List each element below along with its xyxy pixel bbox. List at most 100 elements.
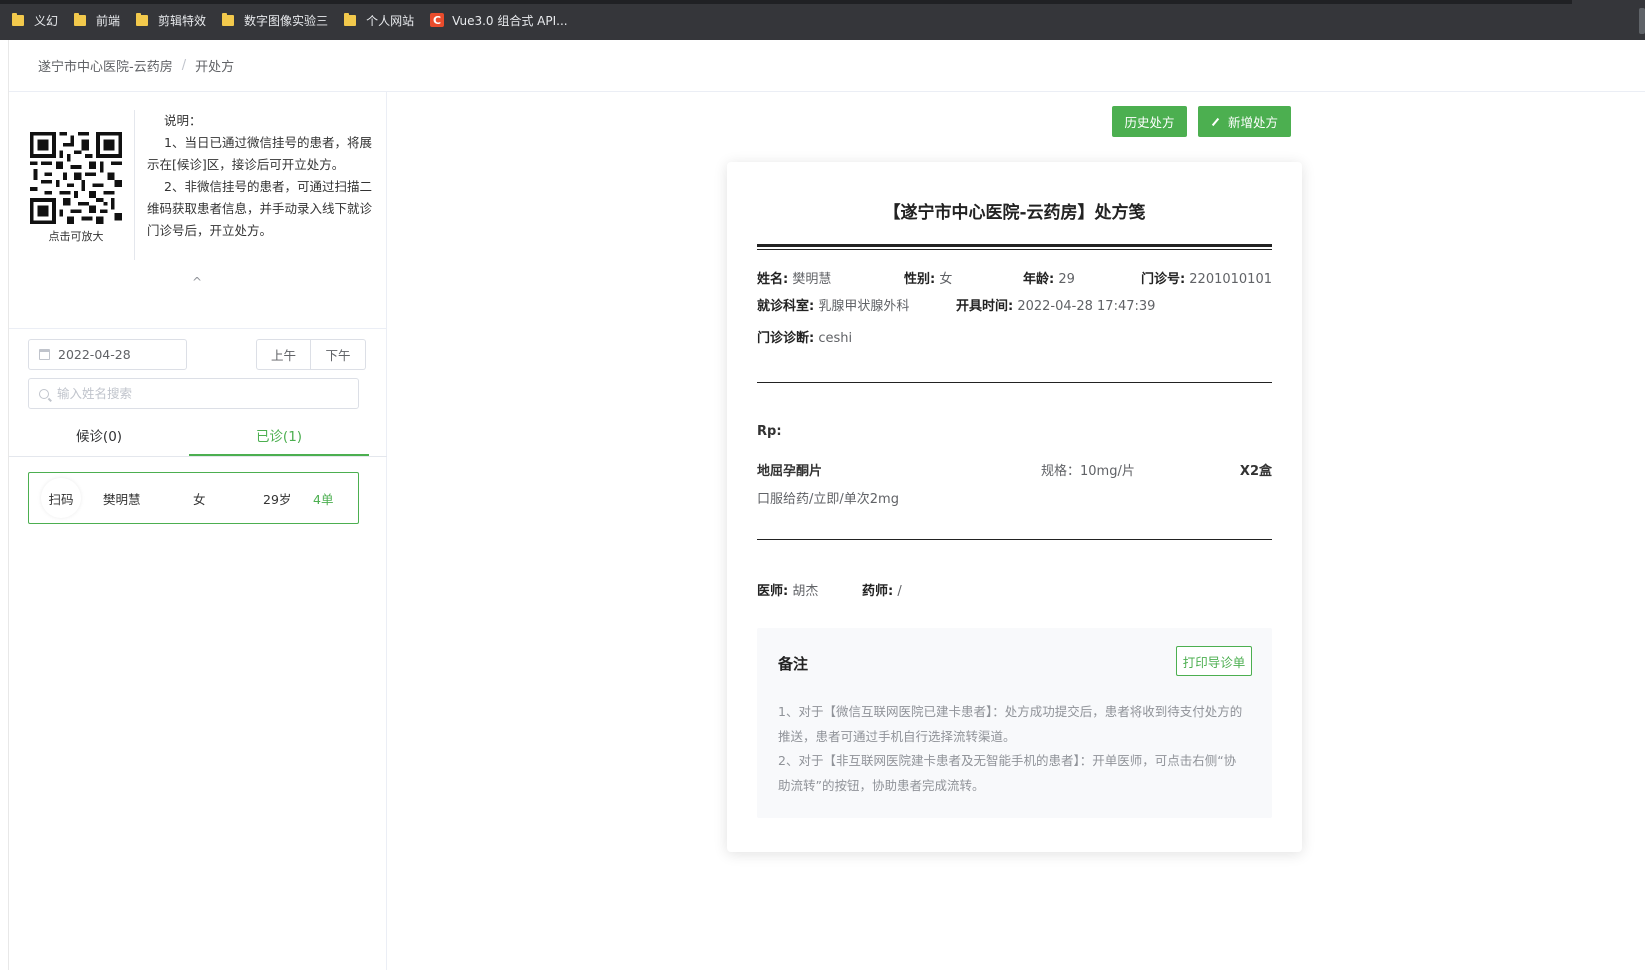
search-input[interactable] (57, 386, 337, 401)
breadcrumb-current: 开处方 (195, 60, 235, 75)
folder-icon (12, 12, 24, 26)
field-age: 年龄: 29 (1023, 268, 1075, 287)
dept-value: 乳腺甲状腺外科 (818, 299, 910, 314)
tab-waiting[interactable]: 候诊(0) (9, 419, 189, 456)
bookmark-label: 前端 (96, 13, 121, 28)
drug-usage: 口服给药/立即/单次2mg (757, 492, 899, 507)
new-prescription-label: 新增处方 (1227, 115, 1278, 130)
print-guide-button[interactable]: 打印导诊单 (1176, 646, 1252, 676)
breadcrumb: 遂宁市中心医院-云药房 / 开处方 (9, 40, 1645, 92)
field-pharmacist: 药师: / (862, 580, 902, 599)
main-content: 历史处方 新增处方 【遂宁市中心医院-云药房】处方笺 姓名: 樊明慧 性别: 女… (387, 92, 1645, 970)
field-time: 开具时间: 2022-04-28 17:47:39 (956, 295, 1155, 314)
instructions-item-2: 2、非微信挂号的患者，可通过扫描二维码获取患者信息，并手动录入线下就诊门诊号后，… (147, 179, 373, 238)
bookmark-yihuan[interactable]: 义幻 (10, 6, 66, 34)
folder-icon (344, 12, 357, 26)
patient-age: 29岁 (263, 491, 292, 507)
bookmark-image-lab[interactable]: 数字图像实验三 (220, 6, 336, 34)
bookmark-label: Vue3.0 组合式 API... (452, 13, 568, 28)
divider (757, 539, 1272, 540)
doctor-value: 胡杰 (792, 584, 819, 599)
field-diagnosis: 门诊诊断: ceshi (757, 327, 852, 346)
scan-badge: 扫码 (41, 478, 81, 518)
bookmark-editing-effects[interactable]: 剪辑特效 (134, 6, 214, 34)
drug-spec: 规格：10mg/片 (1041, 464, 1135, 479)
remark-line-1: 1、对于【微信互联网医院已建卡患者】：处方成功提交后，患者将收到待支付处方的推送… (778, 704, 1243, 744)
bookmark-label: 义幻 (34, 13, 59, 28)
time-label: 开具时间: (956, 299, 1014, 314)
tab-done[interactable]: 已诊(1) (189, 419, 369, 456)
history-button-label: 历史处方 (1124, 115, 1175, 130)
drug-name: 地屈孕酮片 (757, 464, 823, 479)
field-dept: 就诊科室: 乳腺甲状腺外科 (757, 295, 909, 314)
age-label: 年龄: (1023, 272, 1055, 287)
pharmacist-value: / (897, 584, 902, 599)
bookmark-vue3[interactable]: C Vue3.0 组合式 API... (428, 6, 576, 34)
bookmark-personal-site[interactable]: 个人网站 (342, 6, 422, 34)
doctor-label: 医师: (757, 584, 789, 599)
bookmark-label: 剪辑特效 (158, 13, 207, 28)
csdn-icon: C (430, 13, 445, 27)
field-name: 姓名: 樊明慧 (757, 268, 831, 287)
search-box (28, 378, 359, 409)
window-edge-handle (1639, 8, 1645, 34)
instructions-item-1: 1、当日已通过微信挂号的患者，将展示在[候诊]区，接诊后可开立处方。 (147, 135, 372, 172)
sex-label: 性别: (904, 272, 936, 287)
breadcrumb-separator: / (181, 58, 187, 73)
bookmarks-bar: 义幻 前端 剪辑特效 数字图像实验三 个人网站 C Vue3.0 组合式 API… (0, 0, 1645, 40)
remark-line-2: 2、对于【非互联网医院建卡患者及无智能手机的患者】：开单医师，可点击右侧“协助流… (778, 753, 1237, 793)
field-outpatient-no: 门诊号: 2201010101 (1141, 268, 1272, 287)
divider (134, 110, 135, 260)
date-value: 2022-04-28 (58, 347, 131, 362)
patient-tabs: 候诊(0) 已诊(1) (9, 419, 387, 457)
pharmacist-label: 药师: (862, 584, 894, 599)
instructions-title: 说明： (164, 113, 202, 128)
diagnosis-value: ceshi (818, 331, 853, 346)
qr-code-button[interactable]: 点击可放大 (21, 132, 131, 244)
time-value: 2022-04-28 17:47:39 (1017, 299, 1156, 314)
edit-icon (1211, 117, 1220, 126)
field-sex: 性别: 女 (904, 268, 952, 287)
patient-sex: 女 (193, 491, 206, 507)
name-label: 姓名: (757, 272, 789, 287)
instructions: 说明： 1、当日已通过微信挂号的患者，将展示在[候诊]区，接诊后可开立处方。 2… (147, 110, 379, 242)
date-picker[interactable]: 2022-04-28 (28, 339, 187, 370)
bookmark-label: 数字图像实验三 (244, 13, 329, 28)
collapse-icon[interactable]: ^ (192, 275, 202, 289)
info-panel: 点击可放大 说明： 1、当日已通过微信挂号的患者，将展示在[候诊]区，接诊后可开… (9, 92, 387, 329)
prescription-title: 【遂宁市中心医院-云药房】处方笺 (883, 203, 1146, 223)
diagnosis-label: 门诊诊断: (757, 331, 815, 346)
folder-icon (74, 12, 87, 26)
calendar-icon (39, 349, 50, 360)
am-button[interactable]: 上午 (256, 339, 311, 370)
folder-icon (136, 12, 149, 26)
bookmark-frontend[interactable]: 前端 (72, 6, 128, 34)
history-button[interactable]: 历史处方 (1112, 106, 1187, 137)
drug-quantity: X2盒 (1239, 464, 1272, 479)
rp-label: Rp: (757, 424, 782, 439)
breadcrumb-root[interactable]: 遂宁市中心医院-云药房 (38, 56, 173, 75)
dept-label: 就诊科室: (757, 299, 815, 314)
new-prescription-button[interactable]: 新增处方 (1198, 106, 1291, 137)
outpatient-no-value: 2201010101 (1189, 272, 1272, 287)
field-doctor: 医师: 胡杰 (757, 580, 818, 599)
patient-name: 樊明慧 (103, 491, 141, 507)
bookmark-label: 个人网站 (366, 13, 415, 28)
qr-code-icon (30, 132, 122, 224)
app-root: 遂宁市中心医院-云药房 / 开处方 点击可放大 说明： 1、当日已通过微信挂号的… (8, 40, 1645, 970)
remark-panel: 备注 打印导诊单 1、对于【微信互联网医院已建卡患者】：处方成功提交后，患者将收… (757, 628, 1272, 818)
sidebar: 点击可放大 说明： 1、当日已通过微信挂号的患者，将展示在[候诊]区，接诊后可开… (9, 92, 387, 970)
age-value: 29 (1058, 272, 1075, 287)
prescription-card: 【遂宁市中心医院-云药房】处方笺 姓名: 樊明慧 性别: 女 年龄: 29 门诊… (727, 162, 1302, 852)
outpatient-no-label: 门诊号: (1140, 272, 1186, 287)
period-toggle: 上午 下午 (256, 339, 366, 370)
remark-title: 备注 (778, 655, 809, 673)
divider (757, 382, 1272, 383)
pm-button[interactable]: 下午 (311, 339, 366, 370)
folder-icon (222, 12, 235, 26)
qr-caption: 点击可放大 (48, 230, 104, 243)
search-icon (39, 388, 49, 399)
patient-order-count: 4单 (313, 491, 334, 507)
title-rule (757, 244, 1272, 250)
patient-card[interactable]: 扫码 樊明慧 女 29岁 4单 (28, 472, 359, 524)
